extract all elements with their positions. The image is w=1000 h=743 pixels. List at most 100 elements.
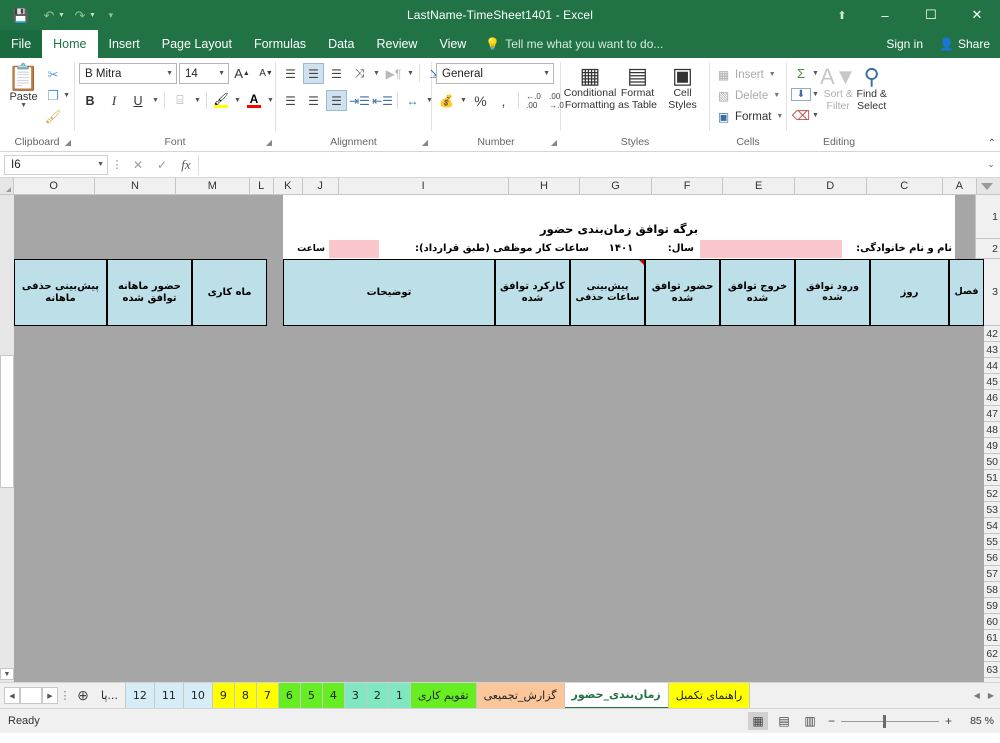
sheet-tab-5[interactable]: 5 xyxy=(300,682,323,709)
column-header-G[interactable]: G xyxy=(580,178,652,195)
increase-font-size-icon[interactable]: A ▲ xyxy=(231,63,253,84)
column-header-I[interactable]: I xyxy=(338,178,509,195)
delete-cells-button[interactable]: ▧ Delete ▼ xyxy=(714,85,780,106)
comma-style-icon[interactable]: , xyxy=(493,90,514,111)
header-cell-M[interactable]: ماه کاری xyxy=(192,259,267,326)
format-painter-button[interactable]: 🖌 xyxy=(43,107,70,126)
percent-style-icon[interactable]: % xyxy=(470,90,491,111)
page-break-preview-icon[interactable]: ▥ xyxy=(800,712,820,730)
ribbon-tab-review[interactable]: Review xyxy=(365,30,428,58)
tell-me-box[interactable]: 💡 Tell me what you want to do... xyxy=(477,30,671,58)
format-dropdown-icon[interactable]: ▼ xyxy=(776,113,783,120)
hidden-rows-area[interactable] xyxy=(14,326,984,682)
sheet-tab-7[interactable]: 7 xyxy=(256,682,279,709)
cell-blank-gray[interactable] xyxy=(14,195,283,259)
font-color-icon[interactable]: A xyxy=(244,90,264,111)
conditional-formatting-button[interactable]: ▦ Conditional Formatting xyxy=(564,62,617,111)
column-header-O[interactable]: O xyxy=(13,178,95,195)
header-cell-G[interactable]: پیش‌بینی ساعات حذفی xyxy=(570,259,645,326)
row-header-1[interactable]: 1 xyxy=(975,195,1000,239)
zoom-track[interactable] xyxy=(841,714,939,728)
delete-dropdown-icon[interactable]: ▼ xyxy=(773,92,780,99)
align-middle-icon[interactable]: ☰ xyxy=(303,63,324,84)
column-header-F[interactable]: F xyxy=(651,178,724,195)
fill-color-icon[interactable]: 🖌 xyxy=(211,90,231,111)
column-header-H[interactable]: H xyxy=(508,178,581,195)
close-icon[interactable]: ✕ xyxy=(954,0,1000,30)
insert-function-icon[interactable]: fx xyxy=(174,155,198,175)
increase-decimal-icon[interactable]: ←.0.00 xyxy=(523,90,544,111)
number-format-combo[interactable]: General ▼ xyxy=(436,63,554,84)
sheet-tab-8[interactable]: 8 xyxy=(234,682,257,709)
decrease-indent-icon[interactable]: ⇥☰ xyxy=(349,90,370,111)
scroll-down-icon[interactable]: ▼ xyxy=(0,668,14,680)
sheet-nav-overflow-icon[interactable]: ⋮ xyxy=(58,689,72,702)
header-cell-A[interactable]: فصل xyxy=(949,259,984,326)
ribbon-tab-file[interactable]: File xyxy=(0,30,43,58)
select-all-corner[interactable] xyxy=(0,178,14,195)
name-box[interactable]: I6 ▼ xyxy=(4,154,108,175)
minimize-icon[interactable]: – xyxy=(862,0,908,30)
tab-scroll-left-icon[interactable]: ◀ xyxy=(974,691,980,700)
add-sheet-icon[interactable]: ⊕ xyxy=(72,687,94,704)
column-header-K[interactable]: K xyxy=(273,178,303,195)
header-cell-E[interactable]: خروج توافق شده xyxy=(720,259,795,326)
header-cell-O[interactable]: پیش‌بینی حذفی ماهانه xyxy=(14,259,107,326)
header-cell-C[interactable]: روز xyxy=(870,259,949,326)
clear-dropdown-icon[interactable]: ▼ xyxy=(811,112,820,119)
next-sheet-icon[interactable]: ▶ xyxy=(42,687,58,704)
header-cell-H[interactable]: کارکرد توافق شده xyxy=(495,259,570,326)
autosum-button[interactable]: Σ ▼ xyxy=(791,63,820,84)
sheet-tab-9[interactable]: 9 xyxy=(212,682,235,709)
column-header-A[interactable]: A xyxy=(942,178,976,195)
rtl-text-direction-icon[interactable]: ▶¶ xyxy=(383,63,404,84)
clear-button[interactable]: ⌫ ▼ xyxy=(791,105,820,126)
alignment-dialog-launcher-icon[interactable]: ◢ xyxy=(422,136,428,150)
format-as-table-button[interactable]: ▤ Format as Table xyxy=(615,62,660,111)
align-right-icon[interactable]: ☰ xyxy=(326,90,347,111)
sheet-tab-1[interactable]: 1 xyxy=(388,682,411,709)
column-header-L[interactable]: L xyxy=(249,178,274,195)
insert-cells-button[interactable]: ▦ Insert ▼ xyxy=(714,64,776,85)
ribbon-tab-data[interactable]: Data xyxy=(317,30,365,58)
sheet-tab-2[interactable]: 2 xyxy=(366,682,389,709)
merge-and-center-icon[interactable]: ↔ xyxy=(402,90,423,111)
page-layout-view-icon[interactable]: ▤ xyxy=(774,712,794,730)
cell-styles-button[interactable]: ▣ Cell Styles xyxy=(660,62,705,111)
hours-unit-label[interactable]: ساعت xyxy=(283,239,327,259)
paste-button[interactable]: 📋 Paste ▼ xyxy=(4,62,43,109)
borders-dropdown-icon[interactable]: ▼ xyxy=(193,97,202,104)
zoom-slider[interactable]: − + xyxy=(826,714,954,728)
maximize-icon[interactable]: ☐ xyxy=(908,0,954,30)
fill-dropdown-icon[interactable]: ▼ xyxy=(811,91,820,98)
cancel-formula-icon[interactable]: ✕ xyxy=(126,155,150,175)
horizontal-scroll-gutter[interactable] xyxy=(0,355,14,488)
column-header-M[interactable]: M xyxy=(176,178,250,195)
zoom-thumb[interactable] xyxy=(883,714,886,728)
prev-sheet-icon[interactable] xyxy=(20,687,42,704)
paste-dropdown-icon[interactable]: ▼ xyxy=(20,102,27,109)
sheet-tab-4[interactable]: 4 xyxy=(322,682,345,709)
decrease-font-size-icon[interactable]: A ▼ xyxy=(255,63,277,84)
sheet-tab-work-calendar[interactable]: تقویم کاری xyxy=(410,682,477,709)
borders-icon[interactable]: ⌸ xyxy=(169,90,191,111)
increase-indent-icon[interactable]: ⇤☰ xyxy=(372,90,393,111)
contract-hours-label[interactable]: ساعات کار موظفی (طبق قرارداد): xyxy=(382,239,592,259)
format-cells-button[interactable]: ▣ Format ▼ xyxy=(714,106,784,127)
column-header-J[interactable]: J xyxy=(302,178,339,195)
find-and-select-button[interactable]: ⚲ Find & Select xyxy=(856,63,887,112)
formula-input[interactable] xyxy=(198,154,968,175)
sheet-tab-6[interactable]: 6 xyxy=(278,682,301,709)
tab-scroll-right-icon[interactable]: ▶ xyxy=(988,691,994,700)
ribbon-display-options-icon[interactable]: ⬆ xyxy=(822,0,862,30)
font-name-dropdown-icon[interactable]: ▼ xyxy=(162,70,173,77)
font-dialog-launcher-icon[interactable]: ◢ xyxy=(266,136,272,150)
header-cell-N[interactable]: حضور ماهانه توافق شده xyxy=(107,259,192,326)
align-left-icon[interactable]: ☰ xyxy=(280,90,301,111)
zoom-out-icon[interactable]: − xyxy=(826,714,837,728)
header-cell-I[interactable]: توضیحات xyxy=(283,259,495,326)
zoom-in-icon[interactable]: + xyxy=(943,714,954,728)
italic-icon[interactable]: I xyxy=(103,90,125,111)
copy-dropdown-icon[interactable]: ▼ xyxy=(63,92,70,99)
number-format-dropdown-icon[interactable]: ▼ xyxy=(539,70,550,77)
